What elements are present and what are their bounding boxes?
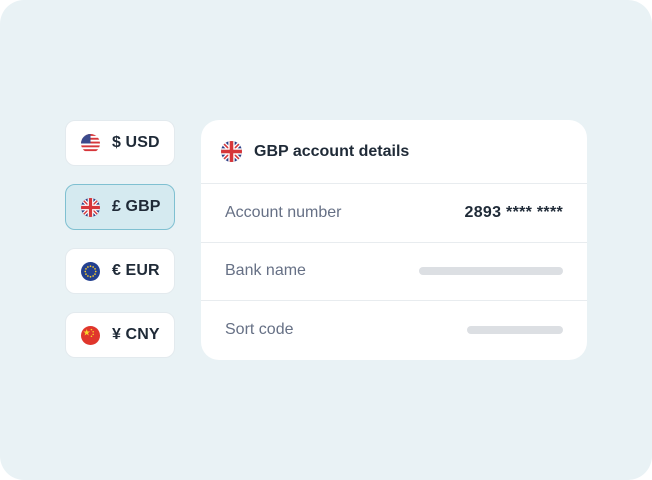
detail-row-sort-code: Sort code xyxy=(201,301,587,360)
detail-row-account-number: Account number 2893 **** **** xyxy=(201,184,587,243)
account-details-card: GBP account details Account number 2893 … xyxy=(201,120,587,360)
account-number-value: 2893 **** **** xyxy=(464,203,563,221)
detail-row-bank-name: Bank name xyxy=(201,243,587,302)
redacted-value-bar xyxy=(467,326,563,335)
currency-button-eur[interactable]: € EUR xyxy=(65,248,175,294)
redacted-value-bar xyxy=(419,267,563,276)
currency-button-gbp[interactable]: £ GBP xyxy=(65,184,175,230)
detail-label: Account number xyxy=(225,203,342,221)
currency-label-eur: € EUR xyxy=(112,262,160,279)
detail-label: Sort code xyxy=(225,321,294,339)
currency-button-usd[interactable]: $ USD xyxy=(65,120,175,166)
uk-flag-icon xyxy=(221,141,242,162)
card-header: GBP account details xyxy=(201,120,587,184)
detail-label: Bank name xyxy=(225,262,306,280)
eu-flag-icon xyxy=(81,261,100,281)
card-title: GBP account details xyxy=(254,142,410,160)
us-flag-icon xyxy=(81,133,100,153)
currency-label-usd: $ USD xyxy=(112,134,160,151)
cn-flag-icon xyxy=(81,325,100,345)
currency-label-cny: ¥ CNY xyxy=(112,326,160,343)
page-background: $ USD £ GBP € EUR ¥ CNY GBP account deta… xyxy=(0,0,652,480)
uk-flag-icon xyxy=(81,197,100,217)
currency-label-gbp: £ GBP xyxy=(112,198,161,215)
currency-button-cny[interactable]: ¥ CNY xyxy=(65,312,175,358)
